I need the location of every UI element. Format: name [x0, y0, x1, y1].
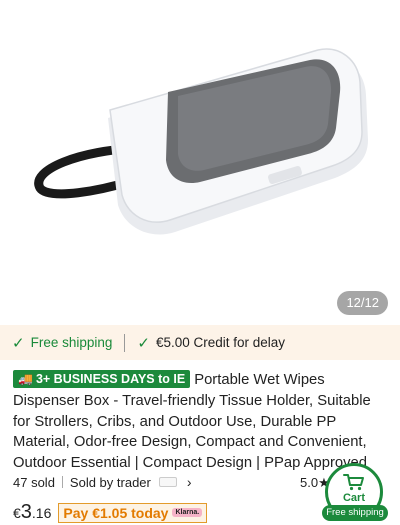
- divider: [61, 476, 63, 488]
- check-icon: ✓: [12, 334, 25, 352]
- chevron-right-icon: ›: [186, 474, 192, 490]
- cart-icon: [343, 474, 364, 491]
- cart-label: Cart: [342, 492, 365, 504]
- price-row: €3.16 Pay €1.05 today Klarna.: [13, 501, 208, 524]
- price-whole: 3: [20, 501, 32, 523]
- sold-count: 47 sold: [13, 474, 55, 490]
- product-image-gallery[interactable]: 12/12: [0, 0, 400, 325]
- price-cents: .16: [31, 505, 52, 521]
- check-icon: ✓: [137, 334, 150, 352]
- seller-link[interactable]: Sold by trader: [70, 475, 151, 490]
- price: €3.16: [13, 501, 51, 524]
- divider: [124, 333, 126, 352]
- delivery-badge-label: 3+ BUSINESS DAYS to IE: [35, 372, 186, 386]
- klarna-logo: Klarna.: [172, 508, 203, 517]
- shipping-benefits-bar[interactable]: ✓ Free shipping ✓ €5.00 Credit for delay: [0, 325, 400, 360]
- price-currency: €: [13, 505, 21, 521]
- rating-value: 5.0: [300, 475, 319, 490]
- seller-row[interactable]: 47 sold Sold by trader ›: [13, 474, 192, 490]
- image-counter: 12/12: [337, 291, 388, 315]
- product-image: [34, 48, 368, 235]
- product-title: 🚚 3+ BUSINESS DAYS to IE Portable Wet Wipe…: [13, 370, 391, 474]
- free-shipping-label: Free shipping: [30, 335, 113, 350]
- truck-icon: 🚚: [18, 372, 33, 386]
- pay-later-badge[interactable]: Pay €1.05 today Klarna.: [58, 502, 208, 523]
- seller-logo: [158, 477, 177, 487]
- delivery-badge: 🚚 3+ BUSINESS DAYS to IE: [13, 370, 191, 388]
- cart-free-shipping-badge: Free shipping: [322, 505, 388, 521]
- pay-later-label: Pay €1.05 today: [63, 504, 169, 521]
- delay-credit-label: €5.00 Credit for delay: [155, 335, 286, 350]
